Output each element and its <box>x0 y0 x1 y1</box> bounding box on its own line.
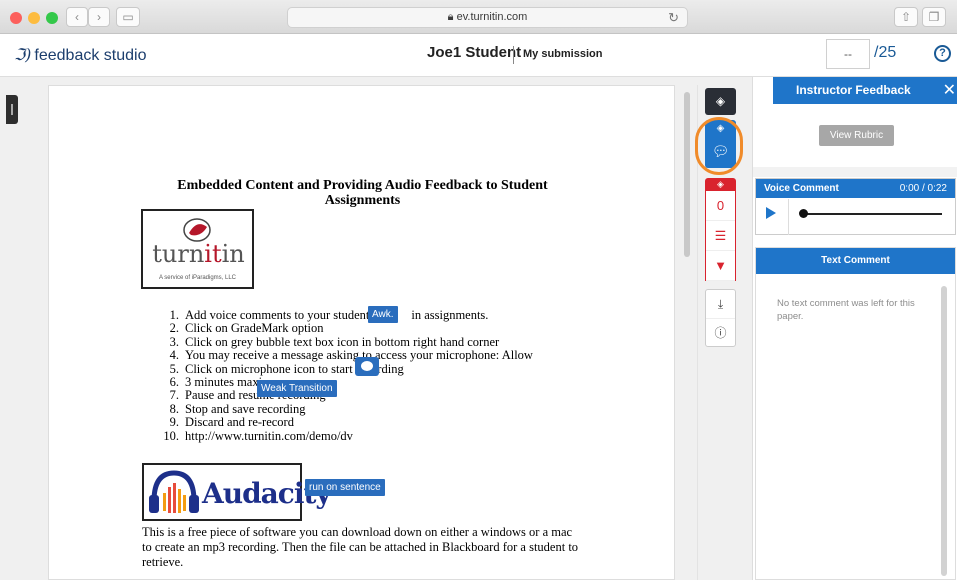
tabs-icon[interactable]: ❐ <box>922 7 946 27</box>
text-comment-section: Text Comment No text comment was left fo… <box>755 247 956 580</box>
address-bar[interactable]: 🔒︎ ev.turnitin.com ↻ <box>287 7 688 28</box>
document-scrollbar[interactable] <box>684 92 690 257</box>
panel-title: Instructor Feedback <box>796 83 911 97</box>
download-icon[interactable]: ⤓ <box>706 290 735 318</box>
list-item: 9. Discard and re-record <box>169 415 294 430</box>
quickmark-weak-transition[interactable]: Weak Transition <box>257 380 337 397</box>
turnitin-wordmark: turnitin <box>152 240 245 268</box>
voice-comment-time: 0:00 / 0:22 <box>899 183 947 194</box>
panel-header: Instructor Feedback ✕ <box>773 77 957 104</box>
sidebar-toggle-icon[interactable]: ▭ <box>116 7 140 27</box>
reload-icon[interactable]: ↻ <box>668 8 679 27</box>
lock-icon: 🔒︎ <box>447 11 457 23</box>
turnitin-logo-image: turnitin A service of iParadigms, LLC <box>141 209 254 289</box>
browser-toolbar: ‹ › ▭ 🔒︎ ev.turnitin.com ↻ ⇧ ❐ <box>0 0 957 34</box>
list-item: 5. Click on microphone icon to start reco… <box>169 361 404 376</box>
similarity-tools-group: 0 ☰ ▼ <box>705 191 736 281</box>
quickmark-awk[interactable]: Awk. <box>368 306 398 323</box>
match-list-icon[interactable]: ☰ <box>706 221 735 251</box>
score-total: /25 <box>874 44 897 61</box>
voice-comment-header: Voice Comment 0:00 / 0:22 <box>756 179 955 198</box>
close-icon[interactable]: ✕ <box>943 77 956 104</box>
list-item: 3. Click on grey bubble text box icon in … <box>169 334 500 349</box>
panel-section-divider <box>753 167 957 177</box>
forward-button[interactable]: › <box>88 7 110 27</box>
back-button[interactable]: ‹ <box>66 7 88 27</box>
submission-label[interactable]: My submission <box>523 48 602 60</box>
panel-spacer <box>753 77 773 104</box>
list-item: 6. 3 minutes maximum <box>169 375 288 390</box>
voice-comment-player: Voice Comment 0:00 / 0:22 <box>755 178 956 235</box>
utility-tools-group: ⤓ ⓘ <box>705 289 736 347</box>
layers-button[interactable]: ◈ <box>705 88 736 115</box>
list-item: 10. http://www.turnitin.com/demo/dv <box>163 428 353 443</box>
list-item: 1. Add voice comments to your students in… <box>169 308 489 322</box>
similarity-layer-icon[interactable]: ◈ <box>705 178 736 191</box>
turnitin-logo-icon: ℑ) <box>14 45 32 64</box>
audacity-logo-image: Audacity <box>142 463 332 521</box>
quickmark-run-on-sentence[interactable]: run on sentence <box>305 479 385 496</box>
similarity-score[interactable]: 0 <box>706 191 735 221</box>
side-drawer-handle[interactable] <box>6 95 18 124</box>
help-icon[interactable]: ? <box>934 45 951 62</box>
zoom-window-button[interactable] <box>46 12 58 24</box>
instruction-list: 1. Add voice comments to your students in… <box>161 308 533 443</box>
turnitin-tagline: A service of iParadigms, LLC <box>158 275 237 281</box>
document-title: Embedded Content and Providing Audio Fee… <box>177 178 548 208</box>
app-header: ℑ) feedback studio Joe1 Student My submis… <box>0 34 957 77</box>
layers-icon: ◈ <box>715 94 726 108</box>
header-divider <box>513 46 514 64</box>
list-item: 2. Click on GradeMark option <box>169 321 324 336</box>
list-item: 7. Pause and resume recording <box>169 388 326 403</box>
text-comment-header: Text Comment <box>756 248 955 274</box>
text-comment-empty-message: No text comment was left for this paper. <box>777 298 915 322</box>
voice-comment-label: Voice Comment <box>764 183 839 194</box>
audio-progress-thumb[interactable] <box>799 209 808 218</box>
product-name: feedback studio <box>34 47 147 64</box>
url-text: ev.turnitin.com <box>456 11 528 23</box>
headphones-icon <box>149 470 199 513</box>
player-divider <box>788 199 789 235</box>
instructor-feedback-panel: Instructor Feedback ✕ View Rubric Voice … <box>752 77 957 580</box>
list-item: 4. You may receive a message asking to ac… <box>169 348 533 363</box>
minimize-window-button[interactable] <box>28 12 40 24</box>
student-name: Joe1 Student <box>427 44 522 61</box>
play-icon[interactable] <box>766 207 776 219</box>
comment-bubble-icon[interactable] <box>355 357 379 376</box>
score-input[interactable]: -- <box>826 39 870 69</box>
filter-icon[interactable]: ▼ <box>706 251 735 281</box>
close-window-button[interactable] <box>10 12 22 24</box>
list-item: 8. Stop and save recording <box>169 401 306 416</box>
body-paragraph: This is a free piece of software you can… <box>142 525 579 569</box>
info-icon[interactable]: ⓘ <box>706 318 735 346</box>
text-comment-scrollbar[interactable] <box>941 286 947 576</box>
highlight-ring <box>695 117 743 175</box>
view-rubric-button[interactable]: View Rubric <box>819 125 894 146</box>
feedback-studio-logo: ℑ) feedback studio <box>14 45 146 65</box>
share-icon[interactable]: ⇧ <box>894 7 918 27</box>
audio-progress-track[interactable] <box>802 213 942 215</box>
